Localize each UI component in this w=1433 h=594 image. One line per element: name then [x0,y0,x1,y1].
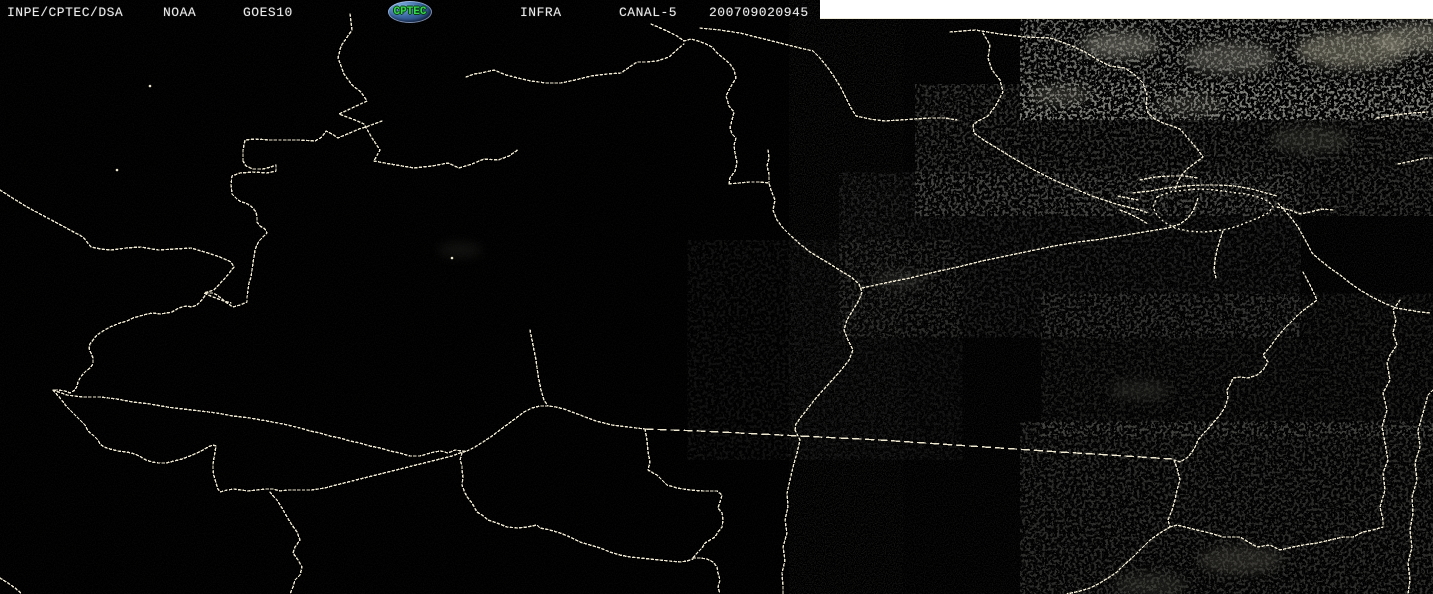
cloud-blob [1198,546,1282,574]
cloud-blob [1156,94,1224,116]
org-label: NOAA [163,5,197,20]
cloud-blob [1184,43,1276,73]
channel-label: CANAL-5 [619,5,678,20]
agency-label: INPE/CPTEC/DSA [7,5,124,20]
sensor-label: INFRA [520,5,562,20]
satellite-image-viewport: INPE/CPTEC/DSA NOAA GOES10 CPTEC INFRA C… [0,0,1433,594]
cloud-layer [0,19,1433,594]
cloud-blob [438,242,482,258]
datetime-label: 200709020945 [709,5,809,20]
cloud-blob [1082,32,1158,58]
top-right-blank-strip [820,0,1433,19]
map-dot [115,168,119,172]
cloud-blob [1110,380,1170,400]
map-dot [450,256,454,260]
cloud-patch [820,19,1433,594]
satellite-label: GOES10 [243,5,293,20]
cptec-logo-text: CPTEC [393,6,427,18]
cloud-patch [0,19,860,594]
map-dot [148,84,152,88]
cptec-logo: CPTEC [388,1,432,23]
cloud-blob [1270,127,1350,153]
satellite-map-image [0,0,1433,594]
cloud-blob [1030,85,1090,105]
